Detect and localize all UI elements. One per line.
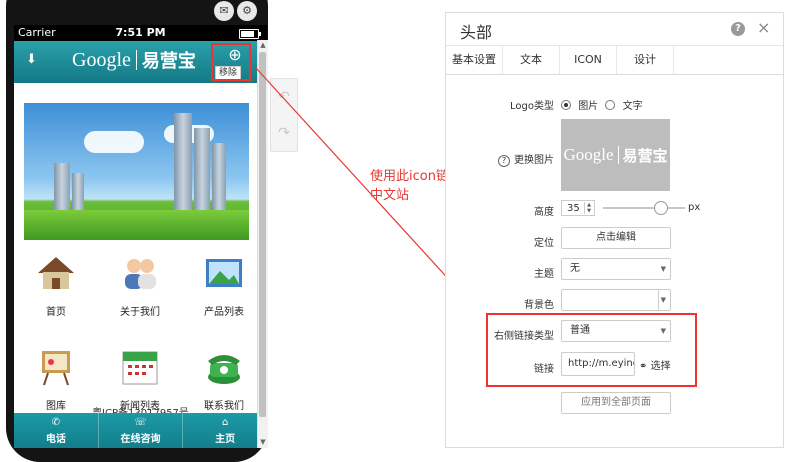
close-icon[interactable]: × — [757, 18, 770, 37]
position-label: 定位 — [534, 238, 554, 249]
right-link-type-select[interactable]: 普通 ▼ — [561, 320, 671, 342]
panel-title: 头部 — [460, 23, 493, 42]
height-label: 高度 — [534, 207, 554, 218]
preview-chinese-text: 易营宝 — [622, 146, 668, 165]
height-slider[interactable] — [603, 207, 685, 209]
right-link-type-label: 右侧链接类型 — [494, 331, 554, 342]
tab-text[interactable]: 文本 — [503, 46, 560, 74]
bg-color-select[interactable]: ▼ — [561, 289, 671, 311]
chevron-down-icon: ▼ — [660, 327, 666, 335]
radio-text-label: 文字 — [622, 101, 643, 112]
chevron-down-icon: ▼ — [660, 265, 666, 273]
chevron-down-icon: ▼ — [657, 290, 666, 310]
radio-image-label: 图片 — [578, 101, 599, 112]
tab-design[interactable]: 设计 — [617, 46, 674, 74]
theme-label: 主题 — [534, 269, 554, 280]
edit-position-button[interactable]: 点击编辑 — [561, 227, 671, 249]
slider-handle[interactable] — [654, 201, 668, 215]
spinner-icon[interactable]: ▲ ▼ — [584, 202, 593, 214]
px-unit: px — [688, 202, 701, 213]
link-icon: ⚭ — [639, 361, 648, 372]
change-image-link[interactable]: ? 更换图片 — [498, 151, 554, 167]
theme-select[interactable]: 无 ▼ — [561, 258, 671, 280]
radio-text[interactable] — [605, 100, 616, 110]
logo-preview[interactable]: Google 易营宝 — [561, 119, 670, 191]
preview-google-text: Google — [563, 145, 614, 164]
radio-image[interactable] — [561, 100, 571, 110]
tab-basic[interactable]: 基本设置 — [446, 46, 503, 74]
apply-all-button[interactable]: 应用到全部页面 — [561, 392, 671, 414]
bg-color-label: 背景色 — [524, 300, 554, 311]
panel-tabs: 基本设置 文本 ICON 设计 — [446, 45, 783, 75]
height-input[interactable]: 35 ▲ ▼ — [561, 200, 595, 216]
help-icon[interactable]: ? — [731, 22, 745, 36]
choose-link-button[interactable]: ⚭ 选择 — [639, 357, 671, 372]
header-settings-panel: 头部 ? × 基本设置 文本 ICON 设计 Logo类型 图片 文字 ? 更换图… — [445, 12, 784, 448]
logo-type-radios: 图片 文字 — [561, 97, 647, 112]
link-input[interactable]: http://m.eyingb — [561, 352, 635, 376]
link-label: 链接 — [534, 364, 554, 375]
tab-icon[interactable]: ICON — [560, 46, 617, 74]
question-icon: ? — [498, 155, 510, 167]
logo-type-label: Logo类型 — [510, 101, 554, 112]
